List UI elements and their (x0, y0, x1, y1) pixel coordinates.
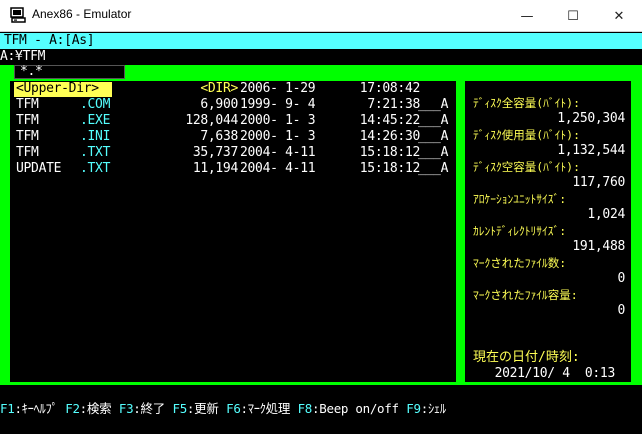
file-ext: .COM (80, 97, 111, 112)
file-time: 15:18:12 (359, 145, 421, 160)
function-key-number: F3 (118, 401, 134, 416)
current-dir-size-label: ｶﾚﾝﾄﾃﾞｨﾚｸﾄﾘｻｲｽﾞ: (473, 224, 567, 238)
function-key-label: :検索 (79, 401, 112, 416)
header-bar-text: TFM - A:[As] (4, 33, 95, 48)
function-key-bar: F1:ｷｰﾍﾙﾌﾟ F2:検索 F3:終了 F5:更新 F6:ﾏｰｸ処理 F8:… (0, 401, 642, 417)
file-row[interactable]: UPDATE .TXT 11,194 2004- 4-11 15:18:12 ___A (14, 161, 448, 177)
disk-free-value: 117,760 (572, 175, 625, 190)
file-mask-text: *.* (20, 64, 43, 79)
disk-free-label: ﾃﾞｨｽｸ空容量(ﾊﾞｲﾄ): (473, 160, 581, 174)
file-attr: ___A (418, 113, 449, 128)
file-row[interactable]: TFM .COM 6,900 1999- 9- 4 7:21:38 ___A (14, 97, 448, 113)
function-key-f1[interactable]: F1:ｷｰﾍﾙﾌﾟ (0, 401, 58, 416)
datetime-value: 2021/10/ 4 0:13 (494, 366, 616, 381)
file-name: TFM (16, 113, 39, 128)
file-size: 7,638 (200, 129, 238, 144)
minimize-button[interactable]: — (504, 0, 550, 32)
alloc-unit-value: 1,024 (587, 207, 625, 222)
file-time: 7:21:38 (367, 97, 420, 112)
current-dir-size-value: 191,488 (572, 239, 625, 254)
function-key-f3[interactable]: F3:終了 (119, 401, 165, 416)
file-date: 2000- 1- 3 (240, 113, 316, 128)
file-size: <DIR> (200, 81, 238, 96)
file-time: 17:08:42 (359, 81, 421, 96)
function-key-label: :終了 (133, 401, 165, 416)
file-date: 2006- 1-29 (240, 81, 316, 96)
file-row[interactable]: TFM .EXE 128,044 2000- 1- 3 14:45:22 ___A (14, 113, 448, 129)
file-size: 128,044 (185, 113, 238, 128)
function-key-f2[interactable]: F2:検索 (65, 401, 111, 416)
file-ext: .INI (80, 129, 111, 144)
file-size: 11,194 (192, 161, 238, 176)
function-key-label: :更新 (186, 401, 219, 416)
file-name: TFM (16, 129, 39, 144)
file-time: 14:26:30 (359, 129, 421, 144)
function-key-f6[interactable]: F6:ﾏｰｸ処理 (226, 401, 290, 416)
file-attr: ___A (418, 161, 449, 176)
alloc-unit-label: ｱﾛｹｰｼｮﾝﾕﾆｯﾄｻｲｽﾞ: (473, 192, 567, 206)
disk-used-value: 1,132,544 (557, 143, 625, 158)
bottom-strip (0, 417, 642, 434)
function-key-label: :Beep on/off (312, 401, 399, 416)
computer-app-icon (10, 7, 26, 23)
file-name: TFM (16, 145, 39, 160)
disk-total-label: ﾃﾞｨｽｸ全容量(ﾊﾞｲﾄ): (473, 96, 581, 110)
header-bar (0, 33, 642, 49)
function-key-f8[interactable]: F8:Beep on/off (298, 401, 399, 416)
function-key-number: F5 (172, 401, 187, 416)
function-key-number: F8 (297, 401, 313, 416)
function-key-label: :ｷｰﾍﾙﾌﾟ (14, 401, 58, 416)
file-attr: ___A (418, 145, 449, 160)
datetime-label: 現在の日付/時刻: (473, 350, 580, 365)
marked-count-value: 0 (617, 271, 625, 286)
file-row[interactable]: TFM .INI 7,638 2000- 1- 3 14:26:30 ___A (14, 129, 448, 145)
disk-total-value: 1,250,304 (557, 111, 625, 126)
marked-size-value: 0 (617, 303, 625, 318)
maximize-button[interactable]: ☐ (550, 0, 596, 32)
file-row[interactable]: <Upper-Dir> <DIR> 2006- 1-29 17:08:42 (14, 81, 444, 97)
current-path: A:¥TFM (0, 49, 46, 64)
marked-count-label: ﾏｰｸされたﾌｧｲﾙ数: (473, 256, 567, 270)
file-name: <Upper-Dir> (16, 81, 99, 96)
file-ext: .TXT (80, 145, 111, 160)
file-date: 2004- 4-11 (240, 145, 316, 160)
file-size: 35,737 (192, 145, 238, 160)
file-time: 14:45:22 (359, 113, 421, 128)
function-key-number: F1 (0, 401, 15, 416)
file-date: 2000- 1- 3 (240, 129, 316, 144)
close-button[interactable]: ✕ (596, 0, 642, 32)
file-attr: ___A (418, 97, 449, 112)
file-ext: .EXE (80, 113, 111, 128)
file-name: TFM (16, 97, 39, 112)
marked-size-label: ﾏｰｸされたﾌｧｲﾙ容量: (473, 288, 578, 302)
file-date: 1999- 9- 4 (240, 97, 316, 112)
function-key-label: :ﾏｰｸ処理 (240, 401, 291, 416)
file-size: 6,900 (200, 97, 238, 112)
disk-used-label: ﾃﾞｨｽｸ使用量(ﾊﾞｲﾄ): (473, 128, 581, 142)
file-ext: .TXT (80, 161, 111, 176)
function-key-label: :ｼｪﾙ (420, 401, 446, 416)
function-key-f9[interactable]: F9:ｼｪﾙ (406, 401, 446, 416)
file-attr: ___A (418, 129, 449, 144)
file-date: 2004- 4-11 (240, 161, 316, 176)
function-key-number: F9 (406, 401, 421, 416)
window-title: Anex86 - Emulator (32, 7, 132, 21)
file-name: UPDATE (16, 161, 62, 176)
page-indicator: 1/ 6 (385, 385, 438, 400)
function-key-number: F6 (226, 401, 241, 416)
function-key-number: F2 (65, 401, 80, 416)
file-time: 15:18:12 (359, 161, 421, 176)
function-key-f5[interactable]: F5:更新 (172, 401, 218, 416)
file-row[interactable]: TFM .TXT 35,737 2004- 4-11 15:18:12 ___A (14, 145, 448, 161)
